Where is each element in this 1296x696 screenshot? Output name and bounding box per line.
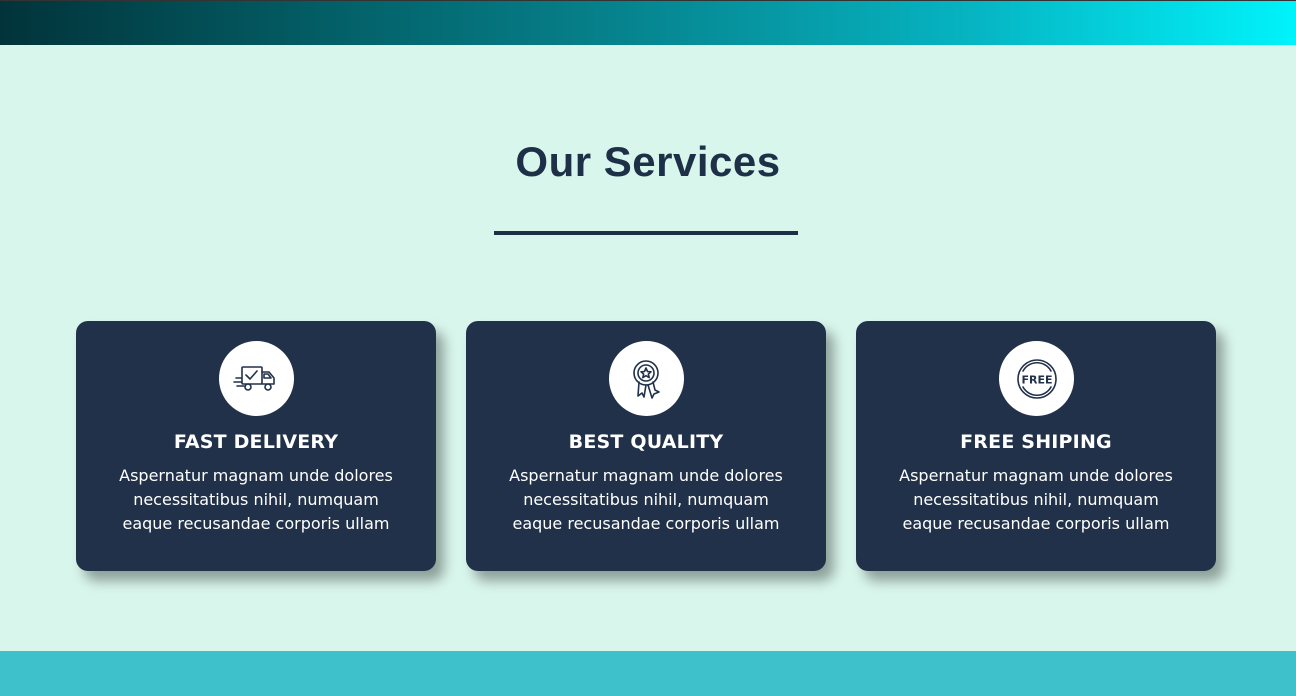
section-title: Our Services [515, 138, 781, 185]
card-title: BEST QUALITY [568, 431, 724, 453]
award-badge-icon [609, 341, 684, 416]
free-stamp-icon: FREE [999, 341, 1074, 416]
service-card-best-quality: BEST QUALITY Aspernatur magnam unde dolo… [466, 321, 826, 571]
card-text: Aspernatur magnam unde dolores necessita… [899, 466, 1173, 533]
card-text: Aspernatur magnam unde dolores necessita… [509, 466, 783, 533]
service-card-free-shipping: FREE FREE SHIPING Aspernatur magnam unde… [856, 321, 1216, 571]
delivery-truck-icon [219, 341, 294, 416]
free-stamp-text: FREE [1021, 373, 1052, 386]
top-header-band [0, 0, 1296, 45]
card-title: FAST DELIVERY [173, 431, 339, 453]
title-divider [494, 231, 798, 235]
page: Our Services FAST DELIVERY Aspernatur ma… [0, 0, 1296, 696]
card-text: Aspernatur magnam unde dolores necessita… [119, 466, 393, 533]
service-card-fast-delivery: FAST DELIVERY Aspernatur magnam unde dol… [76, 321, 436, 571]
bottom-footer-band [0, 651, 1296, 696]
card-title: FREE SHIPING [960, 431, 1112, 453]
